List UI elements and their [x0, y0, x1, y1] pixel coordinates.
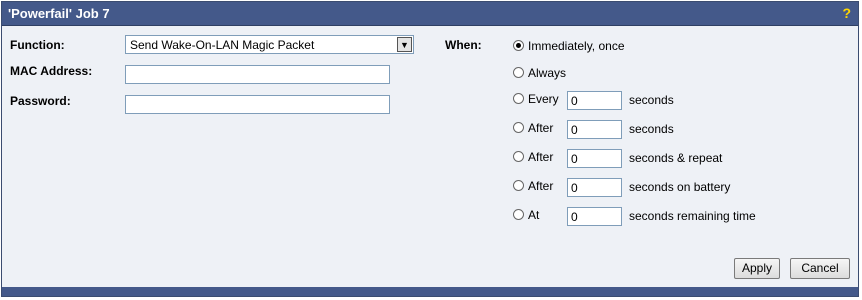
function-select-value: Send Wake-On-LAN Magic Packet: [130, 38, 315, 52]
radio-label: After: [528, 121, 554, 135]
radio-after[interactable]: [513, 122, 524, 133]
job-dialog: 'Powerfail' Job 7 ? Function: Send Wake-…: [1, 1, 859, 297]
chevron-down-icon[interactable]: ▼: [397, 37, 412, 52]
after-repeat-seconds-input[interactable]: [567, 149, 622, 168]
help-icon[interactable]: ?: [842, 5, 851, 21]
cancel-button[interactable]: Cancel: [790, 258, 850, 279]
radio-always[interactable]: [513, 67, 524, 78]
unit-label: seconds: [629, 122, 674, 136]
radio-label: At: [528, 208, 540, 222]
radio-at[interactable]: [513, 209, 524, 220]
after-battery-seconds-input[interactable]: [567, 178, 622, 197]
dialog-title: 'Powerfail' Job 7: [8, 6, 110, 21]
unit-label: seconds & repeat: [629, 151, 723, 165]
password-label: Password:: [10, 94, 71, 108]
radio-after-repeat[interactable]: [513, 151, 524, 162]
at-remaining-seconds-input[interactable]: [567, 207, 622, 226]
unit-label: seconds on battery: [629, 180, 731, 194]
radio-label: Every: [528, 92, 559, 106]
radio-label: Immediately, once: [528, 39, 625, 53]
mac-address-input[interactable]: [125, 65, 390, 84]
radio-immediately[interactable]: [513, 40, 524, 51]
title-bar: 'Powerfail' Job 7 ?: [2, 2, 858, 26]
function-select[interactable]: Send Wake-On-LAN Magic Packet ▼: [125, 35, 414, 54]
unit-label: seconds remaining time: [629, 209, 756, 223]
password-input[interactable]: [125, 95, 390, 114]
bottom-bar: [2, 287, 858, 296]
radio-label: After: [528, 150, 554, 164]
unit-label: seconds: [629, 93, 674, 107]
when-label: When:: [445, 38, 482, 52]
radio-every[interactable]: [513, 93, 524, 104]
radio-after-battery[interactable]: [513, 180, 524, 191]
apply-button[interactable]: Apply: [734, 258, 780, 279]
every-seconds-input[interactable]: [567, 91, 622, 110]
mac-address-label: MAC Address:: [10, 64, 93, 78]
after-seconds-input[interactable]: [567, 120, 622, 139]
radio-label: After: [528, 179, 554, 193]
radio-label: Always: [528, 66, 567, 80]
function-label: Function:: [10, 38, 65, 52]
